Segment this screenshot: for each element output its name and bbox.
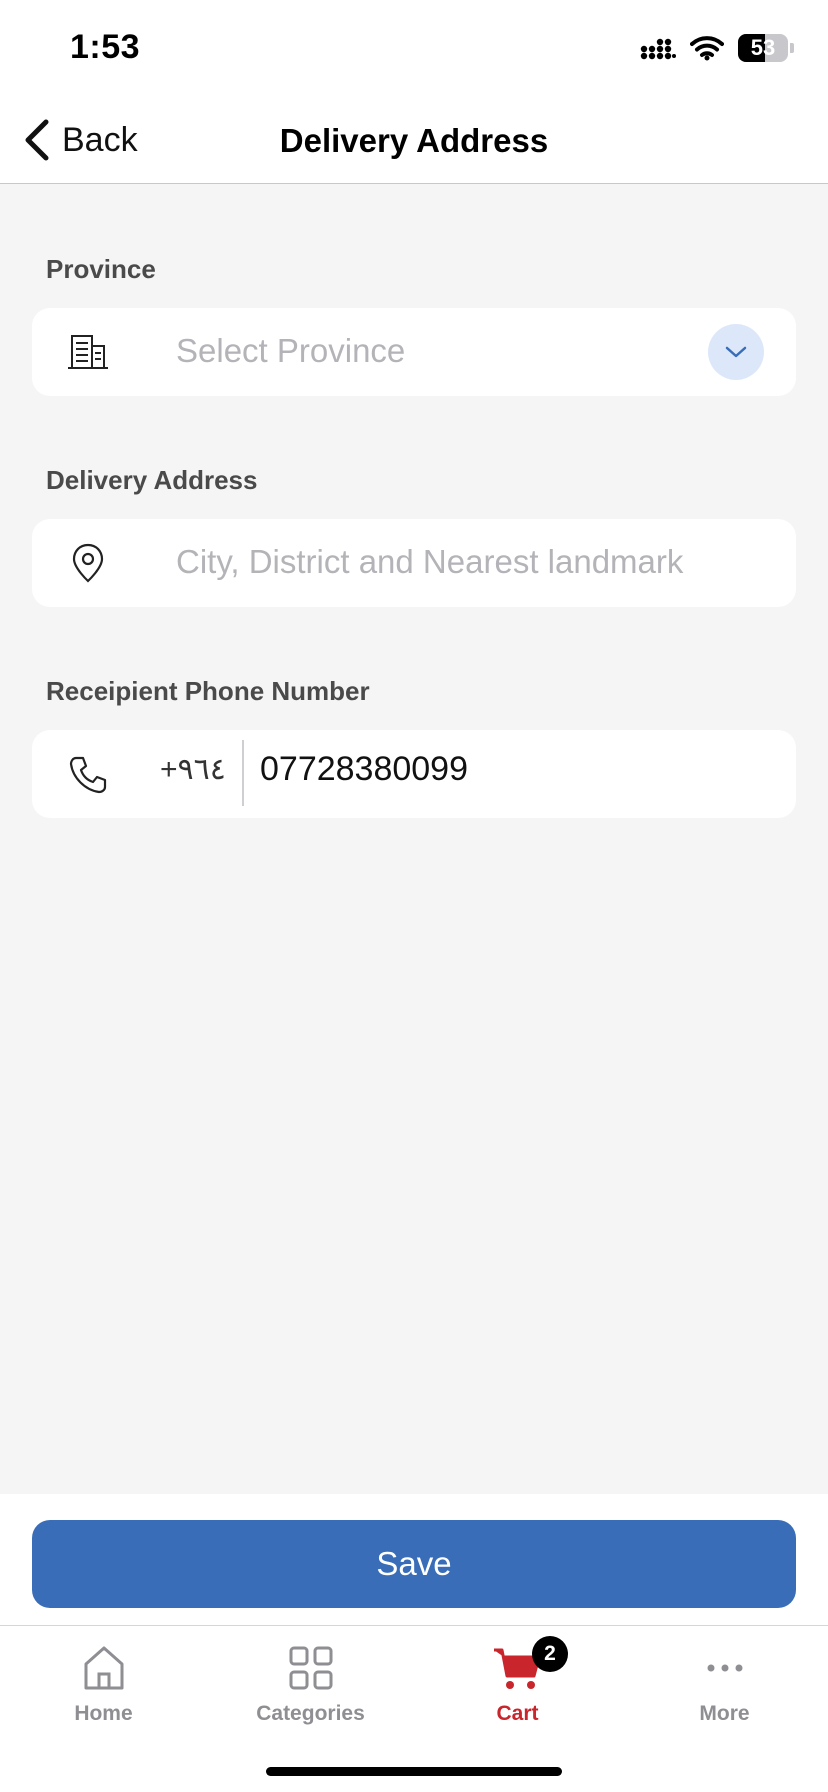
phone-number-input[interactable]: 07728380099 [260,750,468,789]
battery-level: 53 [750,35,776,60]
map-pin-icon [72,543,104,583]
home-icon [84,1646,123,1690]
chevron-down-icon [725,346,747,358]
country-code[interactable]: +٩٦٤ [160,752,226,787]
building-icon [68,335,108,369]
home-indicator [266,1767,562,1776]
signal-icon [640,38,676,60]
battery-icon: 53 [738,34,788,62]
wifi-icon [690,36,724,61]
status-time: 1:53 [70,28,141,66]
address-label: Delivery Address [46,465,258,495]
save-button[interactable]: Save [32,1520,796,1608]
save-area: Save [0,1494,828,1626]
tab-categories-label: Categories [256,1702,365,1725]
tab-home[interactable]: Home [0,1636,207,1736]
tab-cart-label: Cart [496,1702,539,1725]
page-title: Delivery Address [279,122,549,159]
cart-badge: 2 [532,1636,568,1672]
address-placeholder: City, District and Nearest landmark [176,543,684,580]
phone-divider [242,740,244,806]
tab-home-label: Home [74,1702,133,1725]
more-icon [707,1664,742,1672]
province-dropdown-button[interactable] [708,324,764,380]
tab-more-label: More [699,1702,750,1725]
phone-label: Receipient Phone Number [46,676,370,706]
address-input[interactable]: City, District and Nearest landmark [32,519,796,607]
grid-icon [289,1646,332,1690]
phone-field[interactable]: +٩٦٤ 07728380099 [32,730,796,818]
tab-more[interactable]: More [621,1636,828,1736]
tab-cart[interactable]: 2 Cart [414,1636,621,1736]
nav-bar: Back Delivery Address [0,100,828,184]
province-placeholder: Select Province [176,332,406,369]
phone-icon [69,756,107,794]
battery-cap [790,43,794,53]
province-label: Province [46,254,156,284]
status-bar: 1:53 53 [0,0,828,100]
province-select[interactable]: Select Province [32,308,796,396]
tab-categories[interactable]: Categories [207,1636,414,1736]
status-icons: 53 [640,34,794,62]
